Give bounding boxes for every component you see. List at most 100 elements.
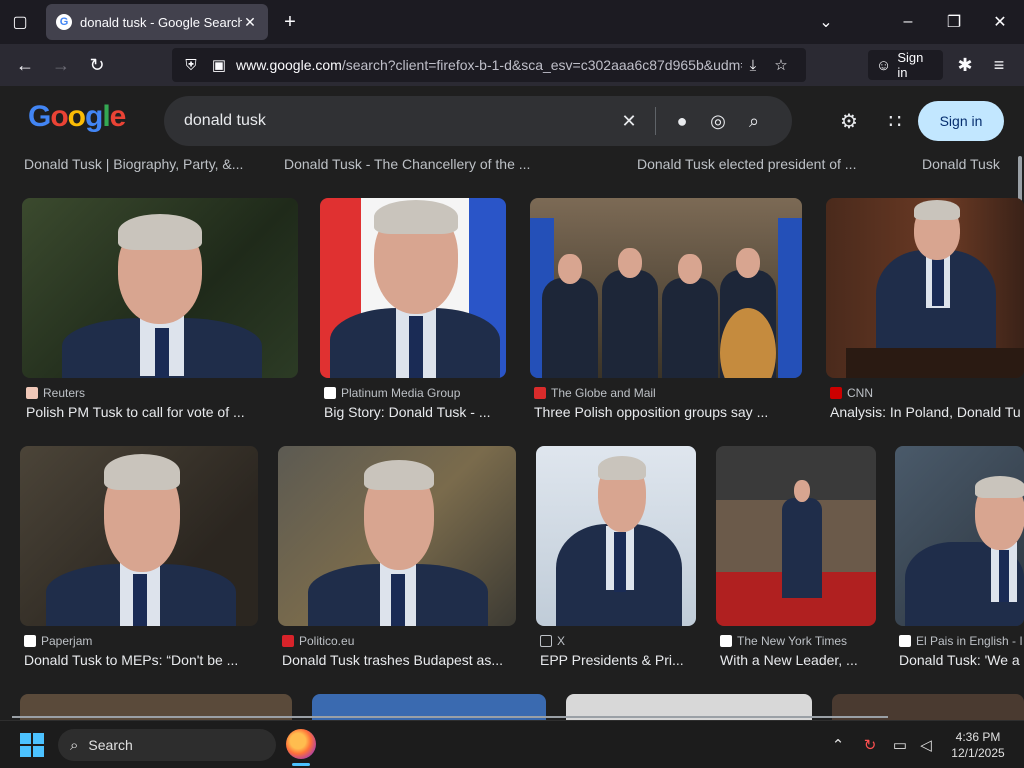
url-text[interactable]: www.google.com/search?client=firefox-b-1…	[236, 57, 742, 73]
image-thumbnail[interactable]	[530, 198, 802, 378]
start-windows-icon[interactable]	[20, 733, 44, 757]
result-source: Politico.eu	[282, 634, 354, 648]
taskbar-search[interactable]: ⌕ Search	[58, 729, 276, 761]
image-result-card[interactable]: Paperjam Donald Tusk to MEPs: “Don't be …	[20, 446, 258, 676]
search-icon[interactable]: ⌕	[736, 111, 772, 132]
close-window-button[interactable]: ✕	[988, 10, 1012, 34]
search-icon: ⌕	[70, 736, 79, 754]
new-tab-button[interactable]: +	[278, 10, 302, 34]
url-bar[interactable]: ⛨ ▣ www.google.com/search?client=firefox…	[172, 48, 806, 82]
result-caption[interactable]: With a New Leader, ...	[720, 652, 876, 668]
source-name: Reuters	[43, 386, 86, 400]
tracking-protection-shield-icon[interactable]: ⛨	[180, 57, 202, 74]
result-caption[interactable]: Big Story: Donald Tusk - ...	[324, 404, 506, 420]
forward-button[interactable]: →	[48, 52, 74, 78]
lock-icon[interactable]: ▣	[208, 56, 230, 74]
reload-button[interactable]: ↻	[84, 52, 110, 78]
google-logo[interactable]: Google	[28, 100, 126, 134]
download-icon[interactable]: ⤓	[742, 57, 764, 74]
google-signin-button[interactable]: Sign in	[918, 101, 1004, 141]
taskbar-search-label: Search	[88, 737, 133, 753]
result-source: Reuters	[26, 386, 85, 400]
result-source: El Pais in English - I	[899, 634, 1023, 648]
volume-icon[interactable]: ◁	[916, 735, 936, 755]
browser-tab-bar: ▢ G donald tusk - Google Search ✕ + ⌄ – …	[0, 0, 1024, 44]
image-result-card[interactable]: Politico.eu Donald Tusk trashes Budapest…	[278, 446, 516, 676]
image-result-card[interactable]: The New York Times With a New Leader, ..…	[716, 446, 876, 676]
source-name: Platinum Media Group	[341, 386, 461, 400]
bookmark-star-icon[interactable]: ☆	[770, 56, 792, 74]
image-result-card[interactable]: El Pais in English - I Donald Tusk: 'We …	[895, 446, 1024, 676]
tab-close-icon[interactable]: ✕	[242, 14, 258, 31]
image-thumbnail[interactable]	[22, 198, 298, 378]
image-thumbnail[interactable]	[536, 446, 696, 626]
source-favicon-icon	[534, 387, 546, 399]
extensions-icon[interactable]: ✱	[952, 52, 978, 78]
google-apps-icon[interactable]: ∷	[882, 108, 908, 134]
vertical-scrollbar[interactable]	[1018, 156, 1022, 202]
x-logo-icon	[540, 635, 552, 647]
top-caption[interactable]: Donald Tusk elected president of ...	[637, 156, 873, 172]
result-source: X	[540, 634, 565, 648]
lens-camera-icon[interactable]: ◎	[700, 111, 736, 132]
source-name: El Pais in English - I	[916, 634, 1023, 648]
active-tab[interactable]: G donald tusk - Google Search ✕	[46, 4, 268, 40]
firefox-signin-label: Sign in	[897, 50, 924, 80]
image-result-card[interactable]: Platinum Media Group Big Story: Donald T…	[320, 198, 506, 428]
clock[interactable]: 4:36 PM 12/1/2025	[946, 729, 1010, 761]
source-favicon-icon	[324, 387, 336, 399]
image-result-card[interactable]: CNN Analysis: In Poland, Donald Tu	[826, 198, 1024, 428]
result-caption[interactable]: EPP Presidents & Pri...	[540, 652, 696, 668]
source-name: X	[557, 634, 566, 648]
google-favicon-icon: G	[56, 14, 72, 30]
source-favicon-icon	[282, 635, 294, 647]
result-caption[interactable]: Donald Tusk to MEPs: “Don't be ...	[24, 652, 258, 668]
firefox-icon[interactable]	[286, 729, 316, 759]
network-icon[interactable]: ▭	[890, 735, 910, 755]
source-favicon-icon	[26, 387, 38, 399]
tab-title: donald tusk - Google Search	[80, 14, 242, 30]
source-name: The Globe and Mail	[551, 386, 656, 400]
url-path: /search?client=firefox-b-1-d&sca_esv=c30…	[341, 57, 742, 73]
url-host: www.google.com	[236, 57, 342, 73]
clear-search-icon[interactable]: ✕	[611, 111, 647, 132]
source-favicon-icon	[24, 635, 36, 647]
image-thumbnail[interactable]	[895, 446, 1024, 626]
menu-icon[interactable]: ≡	[986, 52, 1012, 78]
source-name: Paperjam	[41, 634, 93, 648]
top-caption[interactable]: Donald Tusk	[922, 156, 1012, 172]
search-box[interactable]: donald tusk ✕ ● ◎ ⌕	[164, 96, 792, 146]
settings-gear-icon[interactable]: ⚙	[836, 108, 862, 134]
windows-taskbar: ⌕ Search ⌃ ↻ ▭ ◁ 4:36 PM 12/1/2025	[0, 720, 1024, 768]
top-captions-row: Donald Tusk | Biography, Party, &... Don…	[0, 156, 1024, 176]
result-source: Platinum Media Group	[324, 386, 460, 400]
tab-list-icon[interactable]: ▢	[8, 10, 32, 34]
image-result-card[interactable]: Reuters Polish PM Tusk to call for vote …	[22, 198, 298, 428]
image-result-card[interactable]: The Globe and Mail Three Polish oppositi…	[530, 198, 802, 428]
list-all-tabs-chevron-icon[interactable]: ⌄	[814, 10, 838, 34]
result-caption[interactable]: Analysis: In Poland, Donald Tu	[830, 404, 1024, 420]
top-caption[interactable]: Donald Tusk - The Chancellery of the ...	[284, 156, 544, 172]
sync-icon[interactable]: ↻	[860, 735, 880, 755]
voice-search-mic-icon[interactable]: ●	[664, 111, 700, 132]
result-caption[interactable]: Donald Tusk: 'We a	[899, 652, 1024, 668]
result-caption[interactable]: Three Polish opposition groups say ...	[534, 404, 802, 420]
image-result-card[interactable]: X EPP Presidents & Pri...	[536, 446, 696, 676]
image-thumbnail[interactable]	[826, 198, 1024, 378]
image-thumbnail[interactable]	[20, 446, 258, 626]
result-caption[interactable]: Donald Tusk trashes Budapest as...	[282, 652, 516, 668]
image-thumbnail[interactable]	[320, 198, 506, 378]
horizontal-scrollbar[interactable]	[12, 716, 888, 718]
google-header: Google donald tusk ✕ ● ◎ ⌕ ⚙ ∷ Sign in	[0, 86, 1024, 156]
back-button[interactable]: ←	[12, 52, 38, 78]
top-caption[interactable]: Donald Tusk | Biography, Party, &...	[24, 156, 260, 172]
result-caption[interactable]: Polish PM Tusk to call for vote of ...	[26, 404, 298, 420]
image-thumbnail[interactable]	[716, 446, 876, 626]
firefox-account-signin-button[interactable]: ☺ Sign in	[868, 50, 943, 80]
minimize-button[interactable]: –	[896, 10, 920, 34]
search-input[interactable]: donald tusk	[184, 112, 611, 130]
search-divider	[655, 107, 656, 135]
image-thumbnail[interactable]	[278, 446, 516, 626]
tray-overflow-chevron-icon[interactable]: ⌃	[828, 735, 848, 755]
maximize-button[interactable]: ❐	[942, 10, 966, 34]
